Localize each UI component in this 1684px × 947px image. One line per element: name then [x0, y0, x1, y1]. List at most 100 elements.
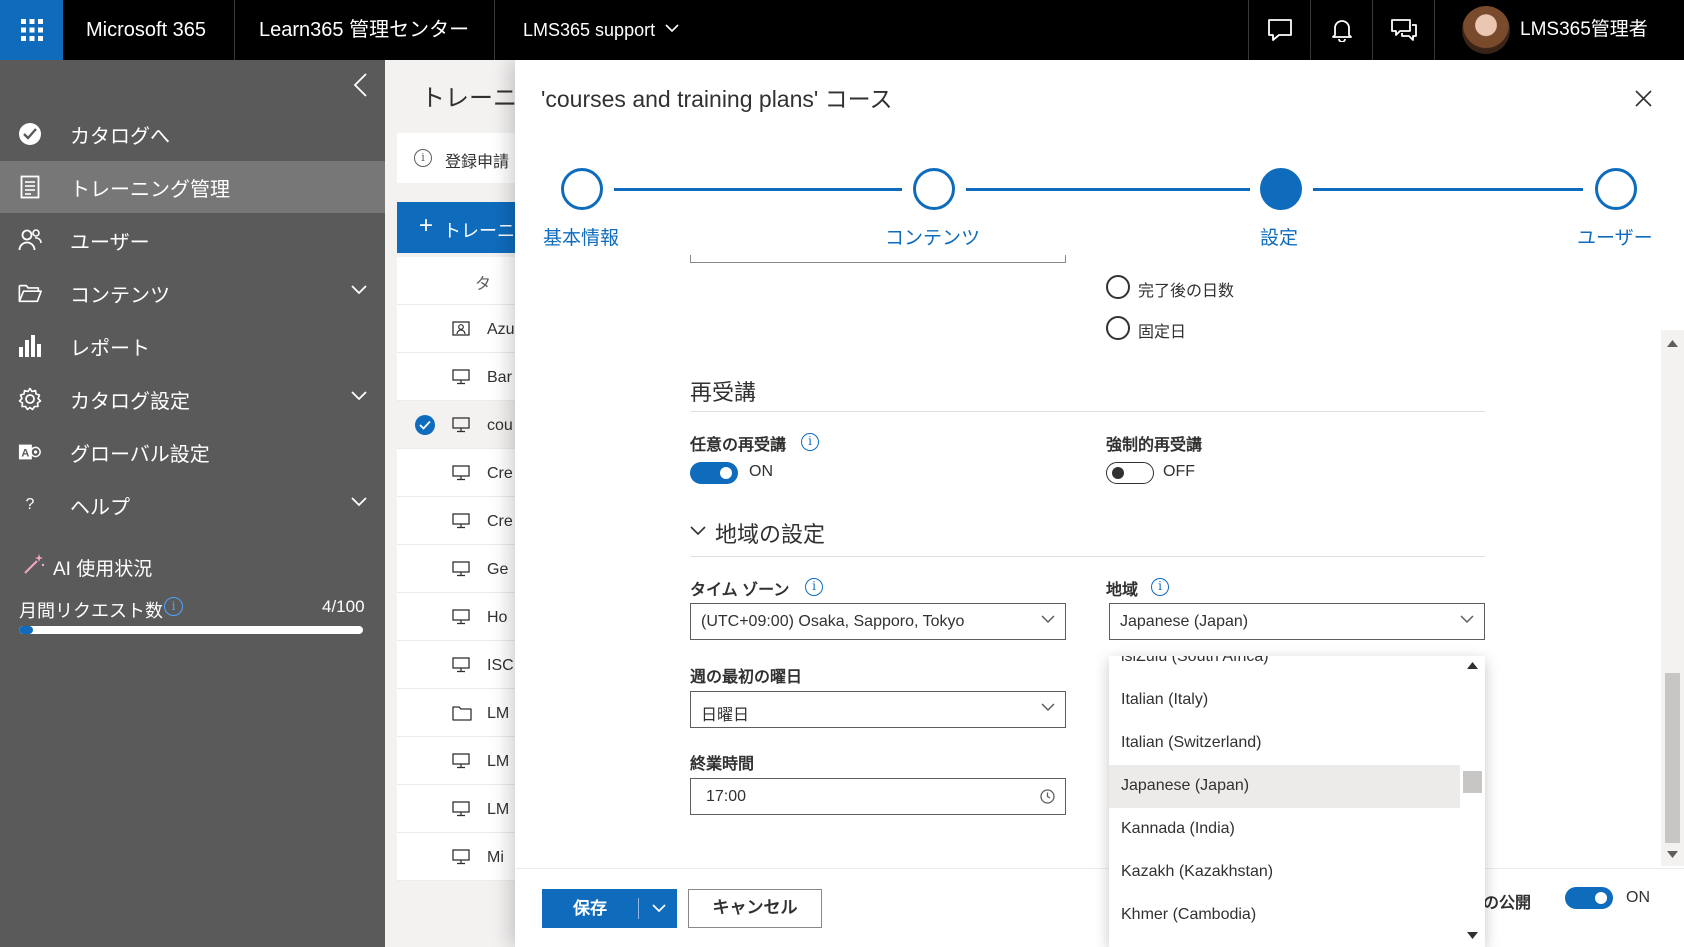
- sidebar-item-contents[interactable]: コンテンツ: [0, 267, 385, 319]
- cancel-button[interactable]: キャンセル: [688, 889, 822, 928]
- radio-fixed-date[interactable]: [1106, 316, 1130, 340]
- info-icon[interactable]: i: [801, 433, 819, 451]
- table-row[interactable]: Azu: [397, 305, 515, 353]
- step-label[interactable]: コンテンツ: [885, 223, 980, 250]
- table-row[interactable]: Ho: [397, 593, 515, 641]
- scroll-up-icon[interactable]: [1667, 340, 1678, 347]
- first-day-dropdown[interactable]: 日曜日: [690, 691, 1066, 728]
- chevron-down-icon: [1041, 615, 1055, 624]
- dropdown-option[interactable]: Italian (Switzerland): [1109, 722, 1460, 765]
- sidebar-item-help[interactable]: ? ヘルプ: [0, 479, 385, 531]
- notifications-button[interactable]: [1311, 0, 1373, 60]
- chevron-down-icon: [351, 497, 367, 507]
- input-field-partial[interactable]: [690, 255, 1066, 263]
- scroll-up-icon[interactable]: [1467, 662, 1478, 669]
- admin-icon: A: [18, 440, 42, 464]
- locale-dropdown[interactable]: Japanese (Japan): [1109, 603, 1485, 640]
- dropdown-option[interactable]: Khmer (Cambodia): [1109, 894, 1460, 937]
- brand-link[interactable]: Microsoft 365: [86, 0, 206, 60]
- dropdown-option[interactable]: Japanese (Japan): [1109, 765, 1460, 808]
- top-bar: Microsoft 365 Learn365 管理センター LMS365 sup…: [0, 0, 1684, 60]
- row-title: LM: [487, 705, 510, 722]
- save-button[interactable]: 保存: [542, 889, 638, 928]
- app-title[interactable]: Learn365 管理センター: [259, 0, 469, 60]
- save-split-button[interactable]: 保存: [542, 889, 677, 928]
- sidebar-item-training-management[interactable]: トレーニング管理: [0, 161, 385, 213]
- avatar: [1462, 6, 1510, 54]
- divider: [494, 0, 495, 60]
- add-training-button[interactable]: + トレーニ: [397, 202, 515, 253]
- table-row[interactable]: LM: [397, 689, 515, 737]
- magic-wand-icon: [22, 552, 46, 576]
- ai-usage-title: AI 使用状況: [53, 559, 153, 580]
- sidebar-item-catalog-settings[interactable]: カタログ設定: [0, 373, 385, 425]
- timezone-dropdown[interactable]: (UTC+09:00) Osaka, Sapporo, Tokyo: [690, 603, 1066, 640]
- radio-label: 固定日: [1138, 324, 1187, 341]
- sidebar-item-global-settings[interactable]: A グローバル設定: [0, 426, 385, 478]
- option-label: Khmer (Cambodia): [1121, 906, 1257, 923]
- scrollbar-thumb[interactable]: [1665, 673, 1680, 843]
- clock-icon[interactable]: [1040, 789, 1055, 804]
- step-label[interactable]: ユーザー: [1577, 223, 1653, 250]
- dropdown-option[interactable]: Italian (Italy): [1109, 679, 1460, 722]
- sidebar-item-label: ユーザー: [70, 231, 150, 254]
- chevron-down-icon: [351, 285, 367, 295]
- column-header: タ: [475, 276, 492, 293]
- info-text: 登録申請: [445, 154, 510, 171]
- table-row[interactable]: cou: [397, 401, 515, 449]
- dropdown-scrollbar[interactable]: [1460, 656, 1485, 947]
- chevron-down-icon[interactable]: [652, 904, 666, 913]
- ai-usage-widget: AI 使用状況 月間リクエスト数 i 4/100: [19, 552, 365, 662]
- step-users[interactable]: [1595, 168, 1637, 210]
- sidebar-item-catalog[interactable]: カタログへ: [0, 108, 385, 160]
- add-button-label: トレーニ: [443, 221, 515, 241]
- sidebar-item-label: グローバル設定: [70, 443, 210, 466]
- svg-text:A: A: [21, 448, 29, 460]
- table-row[interactable]: Cre: [397, 449, 515, 497]
- info-banner: i 登録申請: [397, 133, 515, 183]
- scroll-down-icon[interactable]: [1467, 932, 1478, 939]
- app-launcher-button[interactable]: [0, 0, 63, 60]
- scroll-down-icon[interactable]: [1667, 851, 1678, 858]
- scrollbar-thumb[interactable]: [1463, 771, 1482, 793]
- table-row[interactable]: Ge: [397, 545, 515, 593]
- collapse-nav-button[interactable]: [352, 72, 368, 98]
- option-label: Kannada (India): [1121, 820, 1235, 837]
- dropdown-option[interactable]: Kazakh (Kazakhstan): [1109, 851, 1460, 894]
- info-icon[interactable]: i: [1151, 578, 1169, 596]
- table-row[interactable]: Bar: [397, 353, 515, 401]
- forced-reenroll-toggle[interactable]: [1106, 462, 1154, 484]
- radio-days-after-completion[interactable]: [1106, 275, 1130, 299]
- feedback-button[interactable]: [1373, 0, 1435, 60]
- account-menu[interactable]: LMS365管理者: [1435, 0, 1684, 60]
- panel-scrollbar[interactable]: [1661, 330, 1684, 866]
- sidebar-item-users[interactable]: ユーザー: [0, 214, 385, 266]
- table-row[interactable]: LM: [397, 737, 515, 785]
- info-icon[interactable]: i: [164, 597, 183, 616]
- dropdown-option[interactable]: isiZulu (South Africa): [1109, 656, 1460, 679]
- info-icon[interactable]: i: [805, 578, 823, 596]
- step-basic-info[interactable]: [561, 168, 603, 210]
- end-time-input[interactable]: 17:00: [690, 778, 1066, 815]
- step-contents[interactable]: [913, 168, 955, 210]
- step-label[interactable]: 基本情報: [543, 223, 619, 250]
- checked-icon[interactable]: [415, 415, 435, 435]
- monitor-icon: [452, 849, 470, 865]
- table-row[interactable]: Cre: [397, 497, 515, 545]
- table-row[interactable]: LM: [397, 785, 515, 833]
- table-row[interactable]: Mi: [397, 833, 515, 881]
- row-title: LM: [487, 801, 510, 818]
- first-day-label: 週の最初の曜日: [690, 669, 803, 686]
- sidebar-item-label: レポート: [70, 337, 150, 360]
- step-label[interactable]: 設定: [1260, 223, 1298, 250]
- row-title: cou: [487, 417, 513, 434]
- dropdown-option[interactable]: Kannada (India): [1109, 808, 1460, 851]
- optional-reenroll-toggle[interactable]: [690, 462, 738, 484]
- section-heading-reenroll: 再受講: [690, 380, 757, 405]
- gear-icon: [18, 387, 42, 411]
- sidebar-item-reports[interactable]: レポート: [0, 320, 385, 372]
- table-row[interactable]: ISC: [397, 641, 515, 689]
- step-settings[interactable]: [1260, 168, 1302, 210]
- publish-toggle[interactable]: [1565, 887, 1613, 909]
- chat-button[interactable]: [1249, 0, 1311, 60]
